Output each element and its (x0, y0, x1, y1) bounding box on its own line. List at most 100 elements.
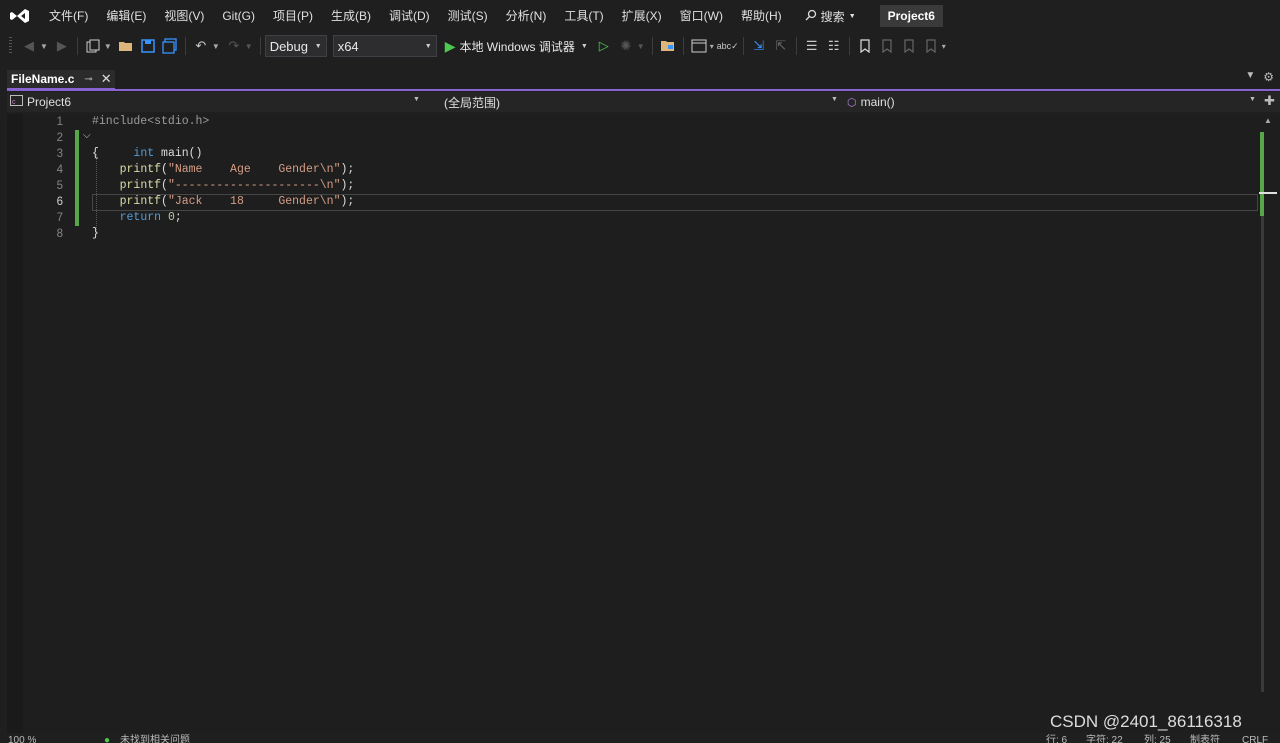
toolbar-separator (76, 37, 78, 55)
scrollbar-track[interactable] (1261, 132, 1264, 692)
hot-reload-icon[interactable]: ✺ (616, 36, 636, 56)
new-project-icon[interactable] (83, 36, 103, 56)
save-all-icon[interactable] (160, 36, 180, 56)
tabs-indicator[interactable]: 制表符 (1190, 733, 1220, 743)
toolbar-separator (848, 37, 850, 55)
issues-status[interactable]: 未找到相关问题 (120, 733, 190, 743)
chevron-down-icon[interactable]: ▼ (104, 42, 112, 51)
chevron-down-icon[interactable]: ▼ (581, 43, 588, 50)
menu-extensions[interactable]: 扩展(X) (613, 5, 671, 27)
code-text: } (92, 227, 99, 240)
project-dropdown[interactable]: c Project6 (10, 92, 422, 112)
line-indicator[interactable]: 行: 6 (1046, 733, 1067, 743)
redo-icon[interactable]: ↷ (224, 36, 244, 56)
decrease-indent-icon[interactable]: ☰ (802, 36, 822, 56)
change-marker (75, 194, 79, 210)
code-line: 6 printf("Jack 18 Gender\n"); (7, 194, 1258, 210)
toolbar-grip[interactable] (9, 37, 12, 55)
split-window-icon[interactable]: ✚ (1264, 93, 1275, 109)
code-line: 8 } (7, 226, 1258, 242)
csdn-watermark: CSDN @2401_86116318 (1050, 712, 1242, 731)
code-editor[interactable]: ⌵ 1 #include<stdio.h> 2 int main() 3 { 4… (7, 114, 1258, 734)
menu-window[interactable]: 窗口(W) (671, 5, 732, 27)
platform-value: x64 (337, 38, 359, 54)
line-number: 2 (56, 132, 63, 144)
save-icon[interactable] (138, 36, 158, 56)
navigate-back-icon[interactable]: ◀ (19, 36, 39, 56)
menu-view[interactable]: 视图(V) (155, 5, 213, 27)
column-indicator[interactable]: 列: 25 (1144, 733, 1171, 743)
line-number: 7 (56, 212, 63, 224)
scrollbar-caret-marker (1259, 192, 1277, 194)
menu-file[interactable]: 文件(F) (40, 5, 97, 27)
previous-bookmark-icon[interactable] (877, 36, 897, 56)
bookmark-icon[interactable] (855, 36, 875, 56)
search-icon (805, 9, 817, 24)
menu-build[interactable]: 生成(B) (322, 5, 380, 27)
toolbar-separator (682, 37, 684, 55)
menu-project[interactable]: 项目(P) (264, 5, 322, 27)
scroll-up-icon[interactable]: ▲ (1264, 116, 1272, 125)
start-debugging-label: 本地 Windows 调试器 (459, 39, 575, 54)
tab-filename-c[interactable]: FileName.c ⊸ ✕ (7, 70, 115, 90)
code-line: 2 int main() (7, 130, 1258, 160)
open-folder-icon[interactable] (116, 36, 136, 56)
undo-icon[interactable]: ↶ (191, 36, 211, 56)
chevron-down-icon[interactable]: ▼ (245, 42, 253, 51)
menu-edit[interactable]: 编辑(E) (97, 5, 155, 27)
method-cube-icon: ⬡ (847, 96, 857, 109)
navigate-forward-icon[interactable]: ▶ (52, 36, 72, 56)
menu-bar: 文件(F) 编辑(E) 视图(V) Git(G) 项目(P) 生成(B) 调试(… (0, 0, 1280, 32)
menu-tools[interactable]: 工具(T) (555, 5, 612, 27)
pin-icon[interactable]: ⊸ (84, 74, 92, 85)
tab-bar-actions: ▼ ⚙ (1245, 70, 1274, 84)
browse-folder-icon[interactable] (658, 36, 678, 56)
chevron-down-icon[interactable]: ▼ (1249, 96, 1256, 103)
clear-bookmarks-icon[interactable] (921, 36, 941, 56)
chevron-down-icon[interactable]: ▾ (710, 42, 714, 51)
next-bookmark-icon[interactable] (899, 36, 919, 56)
tab-list-dropdown-icon[interactable]: ▼ (1245, 70, 1255, 84)
toolbar-separator (742, 37, 744, 55)
line-number: 1 (56, 116, 63, 128)
code-text: printf("---------------------\n"); (119, 179, 355, 192)
gear-icon[interactable]: ⚙ (1263, 70, 1274, 84)
vertical-scrollbar[interactable]: ▲ (1258, 114, 1280, 734)
line-ending-indicator[interactable]: CRLF (1242, 733, 1268, 743)
comment-lines-icon[interactable]: ⇲ (749, 36, 769, 56)
code-text: { (92, 147, 99, 160)
zoom-level[interactable]: 100 % (8, 733, 36, 743)
toolbar-separator (259, 37, 261, 55)
close-icon[interactable]: ✕ (101, 71, 112, 87)
chevron-down-icon: ▼ (848, 12, 856, 20)
configuration-value: Debug (269, 38, 308, 54)
window-layout-icon[interactable] (689, 36, 709, 56)
document-tab-bar: FileName.c ⊸ ✕ ▼ ⚙ (0, 68, 1280, 90)
chevron-down-icon[interactable]: ▼ (40, 42, 48, 51)
increase-indent-icon[interactable]: ☷ (824, 36, 844, 56)
toolbar-overflow-icon[interactable]: ▾ (942, 42, 946, 51)
uncomment-lines-icon[interactable]: ⇱ (771, 36, 791, 56)
start-without-debugging-icon[interactable]: ▷ (594, 36, 614, 56)
menu-git[interactable]: Git(G) (213, 5, 264, 27)
project-title-badge: Project6 (879, 5, 943, 27)
search-button[interactable]: 搜索 ▼ (799, 5, 862, 27)
menu-test[interactable]: 测试(S) (439, 5, 497, 27)
start-debugging-button[interactable]: ▶ 本地 Windows 调试器 ▼ (445, 38, 588, 55)
chevron-down-icon[interactable]: ▼ (637, 42, 645, 51)
change-marker (75, 162, 79, 178)
solution-platform-select[interactable]: x64 ▼ (332, 35, 437, 57)
line-number: 8 (56, 228, 63, 240)
chevron-down-icon[interactable]: ▼ (831, 96, 838, 103)
chevron-down-icon[interactable]: ▼ (413, 96, 420, 103)
spell-check-icon[interactable]: abc✓ (717, 36, 739, 56)
member-dropdown[interactable]: ⬡ main() (847, 92, 1247, 112)
standard-toolbar: ◀ ▼ ▶ ▼ ↶ ▼ ↷ ▼ Debug ▼ x64 ▼ ▶ 本地 Windo… (0, 32, 1280, 60)
solution-configuration-select[interactable]: Debug ▼ (264, 35, 327, 57)
chevron-down-icon[interactable]: ▼ (212, 42, 220, 51)
scope-dropdown[interactable]: (全局范围) (444, 92, 834, 112)
menu-debug[interactable]: 调试(D) (380, 5, 439, 27)
menu-help[interactable]: 帮助(H) (732, 5, 791, 27)
menu-analyze[interactable]: 分析(N) (497, 5, 556, 27)
char-indicator[interactable]: 字符: 22 (1086, 733, 1123, 743)
